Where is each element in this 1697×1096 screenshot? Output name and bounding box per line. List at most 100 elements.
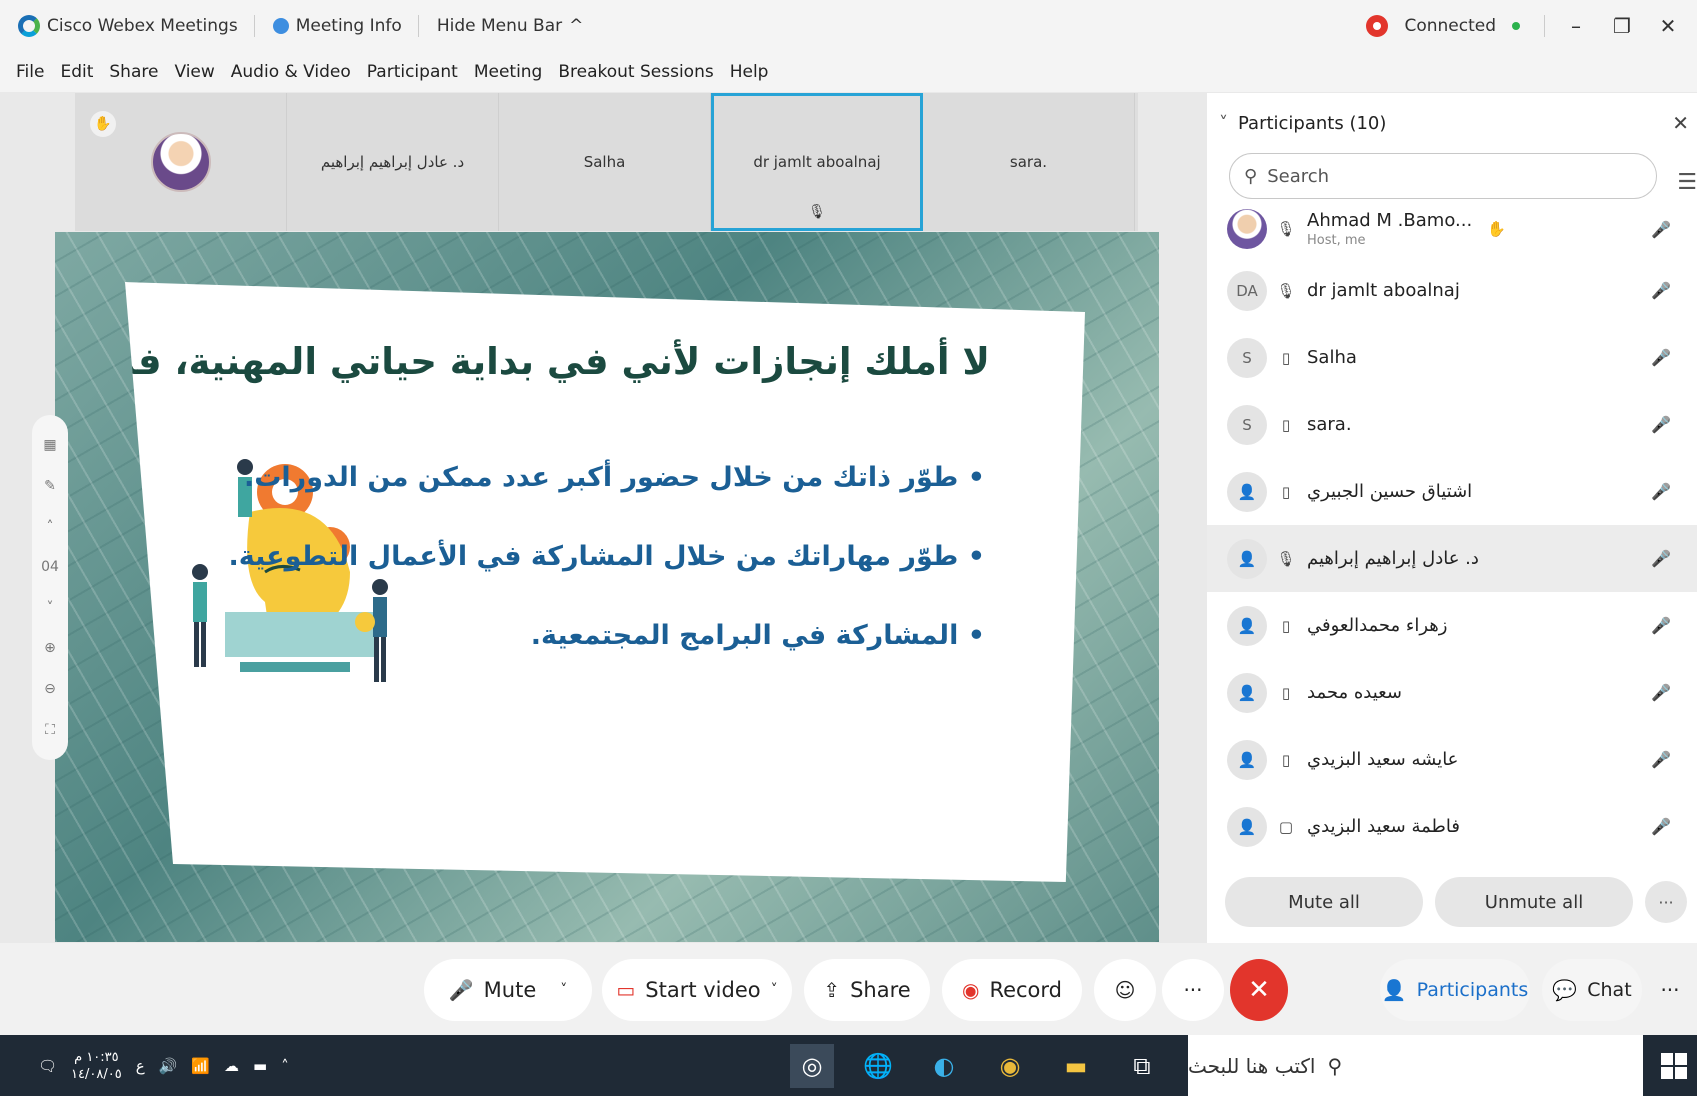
menu-bar: File Edit Share View Audio & Video Parti…: [0, 52, 1697, 92]
mic-muted-icon[interactable]: 🎤: [1651, 683, 1671, 702]
battery-icon[interactable]: ▬: [253, 1057, 267, 1075]
reactions-button[interactable]: ☺: [1094, 959, 1156, 1021]
menu-participant[interactable]: Participant: [367, 62, 458, 82]
menu-breakout-sessions[interactable]: Breakout Sessions: [558, 62, 713, 82]
annotate-icon[interactable]: ✎: [44, 478, 56, 494]
participant-row[interactable]: S ▯ Salha 🎤: [1207, 324, 1697, 391]
phone-icon: ▯: [1281, 683, 1291, 702]
mic-muted-icon[interactable]: 🎤: [1651, 348, 1671, 367]
menu-view[interactable]: View: [174, 62, 214, 82]
more-options-button[interactable]: ···: [1162, 959, 1224, 1021]
unmute-all-button[interactable]: Unmute all: [1435, 877, 1633, 927]
notifications-icon[interactable]: 🗨: [38, 1057, 57, 1075]
video-tile[interactable]: Salha: [499, 93, 711, 231]
participants-actions: Mute all Unmute all ···: [1225, 877, 1687, 927]
close-panel-button[interactable]: ✕: [1672, 111, 1689, 135]
windows-start-icon[interactable]: [1661, 1052, 1687, 1079]
tray-expand-icon[interactable]: ˄: [281, 1057, 289, 1075]
video-tile-self[interactable]: ✋: [75, 93, 287, 231]
menu-audio-video[interactable]: Audio & Video: [231, 62, 351, 82]
file-explorer-icon[interactable]: ▬: [1054, 1044, 1098, 1088]
fit-screen-icon[interactable]: ⛶: [45, 722, 55, 738]
start-video-button[interactable]: ▭ Start video ˅: [602, 959, 792, 1021]
avatar: [1227, 209, 1267, 249]
restore-button[interactable]: ❐: [1607, 14, 1637, 38]
close-window-button[interactable]: ✕: [1653, 14, 1683, 38]
zoom-in-icon[interactable]: ⊕: [44, 640, 56, 656]
mute-all-button[interactable]: Mute all: [1225, 877, 1423, 927]
minimize-button[interactable]: –: [1561, 14, 1591, 38]
mic-muted-icon[interactable]: 🎤: [1651, 482, 1671, 501]
share-button[interactable]: ⇪ Share: [804, 959, 930, 1021]
phone-icon: ▯: [1281, 616, 1291, 635]
participant-search-input[interactable]: ⚲ Search: [1229, 153, 1657, 199]
participant-role: Host, me: [1307, 233, 1366, 248]
menu-file[interactable]: File: [16, 62, 44, 82]
more-options-icon[interactable]: ···: [1645, 881, 1687, 923]
menu-help[interactable]: Help: [730, 62, 769, 82]
mute-label: Mute: [483, 978, 537, 1002]
page-down-icon[interactable]: ˅: [47, 600, 54, 616]
mic-muted-icon[interactable]: 🎤: [1651, 549, 1671, 568]
participant-row-selected[interactable]: 👤 🎙 د. عادل إبراهيم إبراهيم 🎤: [1207, 525, 1697, 592]
clock[interactable]: ١٠:٣٥ م ١٤/٠٨/٠٥: [71, 1049, 122, 1083]
chat-button[interactable]: 💬 Chat: [1542, 959, 1642, 1021]
task-view-icon[interactable]: ⧉: [1120, 1044, 1164, 1088]
participant-row[interactable]: 👤 ▢ فاطمة سعيد البزيدي 🎤: [1207, 793, 1697, 860]
chevron-down-icon[interactable]: ˅: [771, 982, 778, 998]
chrome-browser-icon[interactable]: ◉: [988, 1044, 1032, 1088]
participant-row[interactable]: 👤 ▯ عايشه سعيد البزيدي 🎤: [1207, 726, 1697, 793]
page-up-icon[interactable]: ˄: [47, 519, 54, 535]
zoom-out-icon[interactable]: ⊖: [44, 681, 56, 697]
webex-app-icon[interactable]: ◎: [790, 1043, 834, 1088]
participant-row[interactable]: 👤 ▯ اشتياق حسين الجبيري 🎤: [1207, 458, 1697, 525]
leave-meeting-button[interactable]: ✕: [1230, 959, 1288, 1021]
participant-row[interactable]: 👤 ▯ سعيده محمد 🎤: [1207, 659, 1697, 726]
mic-muted-icon[interactable]: 🎤: [1651, 616, 1671, 635]
microphone-icon: 🎙: [1276, 549, 1296, 568]
chevron-down-icon[interactable]: ˅: [560, 982, 567, 998]
record-button[interactable]: ◉ Record: [942, 959, 1082, 1021]
mic-muted-icon[interactable]: 🎤: [1651, 817, 1671, 836]
mic-on-icon[interactable]: 🎤: [1651, 281, 1671, 300]
participant-row[interactable]: S ▯ sara. 🎤: [1207, 391, 1697, 458]
menu-meeting[interactable]: Meeting: [474, 62, 543, 82]
meeting-info-button[interactable]: Meeting Info: [272, 16, 402, 36]
phone-icon: ▯: [1281, 348, 1291, 367]
edge-browser-icon[interactable]: ◐: [922, 1044, 966, 1088]
hide-menu-bar-button[interactable]: Hide Menu Bar ^: [437, 16, 584, 36]
menu-edit[interactable]: Edit: [60, 62, 93, 82]
input-language[interactable]: ع: [136, 1057, 145, 1075]
collapse-chevron-icon[interactable]: ˅: [1219, 113, 1228, 134]
mute-button[interactable]: 🎤 Mute ˅: [424, 959, 592, 1021]
participant-row[interactable]: 🎙 Ahmad M .Bamo... Host, me ✋ 🎤: [1207, 201, 1697, 257]
participant-row[interactable]: 👤 ▯ زهراء محمدالعوفي 🎤: [1207, 592, 1697, 659]
mic-muted-icon[interactable]: 🎤: [1651, 750, 1671, 769]
participant-name: د. عادل إبراهيم إبراهيم: [1307, 548, 1479, 569]
video-tile-active-speaker[interactable]: dr jamlt aboalnaj 🎙: [711, 93, 923, 231]
globe-app-icon[interactable]: 🌐: [856, 1044, 900, 1088]
taskbar-search-box[interactable]: ⚲ اكتب هنا للبحث: [1188, 1035, 1643, 1096]
video-tile[interactable]: sara.: [923, 93, 1135, 231]
record-label: Record: [989, 978, 1062, 1002]
video-tile[interactable]: د. عادل إبراهيم إبراهيم: [287, 93, 499, 231]
cloud-icon[interactable]: ☁: [224, 1057, 239, 1075]
smiley-icon: ☺: [1114, 978, 1136, 1002]
participant-name-block: Ahmad M .Bamo... Host, me: [1307, 210, 1472, 248]
video-tile-name: د. عادل إبراهيم إبراهيم: [320, 153, 465, 171]
video-off-icon: ▭: [616, 978, 636, 1002]
recording-icon[interactable]: [1366, 15, 1389, 37]
volume-icon[interactable]: 🔊: [159, 1057, 178, 1075]
more-icon: ···: [1660, 978, 1680, 1002]
sort-list-icon[interactable]: ☰: [1677, 170, 1697, 195]
mic-muted-icon[interactable]: 🎤: [1651, 415, 1671, 434]
panel-more-button[interactable]: ···: [1650, 959, 1690, 1021]
mic-on-icon[interactable]: 🎤: [1651, 220, 1671, 239]
wifi-icon[interactable]: 📶: [191, 1057, 210, 1075]
participant-row[interactable]: DA 🎙 dr jamlt aboalnaj 🎤: [1207, 257, 1697, 324]
video-tile-name: dr jamlt aboalnaj: [753, 153, 881, 171]
raise-hand-icon[interactable]: ✋: [90, 111, 116, 137]
menu-share[interactable]: Share: [109, 62, 158, 82]
participants-button[interactable]: 👤 Participants: [1380, 959, 1530, 1021]
thumbnails-icon[interactable]: ▦: [43, 437, 56, 453]
